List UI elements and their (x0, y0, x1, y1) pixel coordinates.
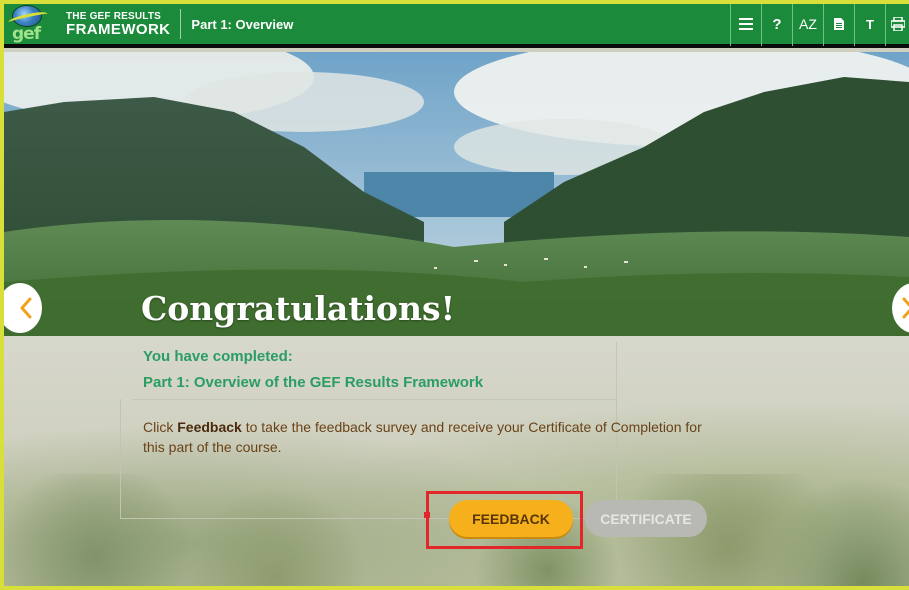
brand-line-2: FRAMEWORK (66, 20, 171, 38)
transcript-icon: T (866, 16, 874, 32)
completed-course-title: Part 1: Overview of the GEF Results Fram… (143, 374, 484, 391)
completion-label: You have completed: (143, 348, 293, 365)
transcript-button[interactable]: T (854, 4, 885, 46)
menu-icon (739, 18, 753, 30)
landscape-illustration (4, 52, 909, 336)
certificate-button[interactable]: CERTIFICATE (585, 500, 707, 537)
hero-landscape-image (4, 52, 909, 336)
resources-button[interactable] (823, 4, 854, 46)
feedback-button[interactable]: FEEDBACK (449, 500, 573, 537)
course-frame: gef THE GEF RESULTS FRAMEWORK Part 1: Ov… (0, 0, 909, 590)
resources-icon (834, 18, 844, 30)
chevron-left-icon (20, 297, 32, 319)
section-title: Part 1: Overview (191, 16, 294, 32)
logo-text: gef (12, 24, 41, 44)
brand-line-1: THE GEF RESULTS (66, 10, 162, 22)
menu-button[interactable] (730, 4, 761, 46)
top-bar: gef THE GEF RESULTS FRAMEWORK Part 1: Ov… (4, 4, 909, 48)
print-icon (890, 17, 905, 31)
instructions-bold: Feedback (177, 419, 242, 435)
help-button[interactable]: ? (761, 4, 792, 46)
previous-page-button[interactable] (4, 283, 42, 333)
brand-title: THE GEF RESULTS FRAMEWORK (60, 9, 182, 39)
instructions-prefix: Click (143, 419, 178, 435)
gef-logo: gef (4, 4, 60, 46)
chevron-right-icon (902, 297, 909, 319)
toolbar: ? AZ T (730, 4, 909, 46)
glossary-button[interactable]: AZ (792, 4, 823, 46)
print-button[interactable] (885, 4, 909, 46)
help-icon: ? (772, 15, 782, 33)
glossary-icon: AZ (799, 16, 817, 32)
instructions-text: Click Feedback to take the feedback surv… (143, 417, 703, 457)
congratulations-heading: Congratulations! (141, 289, 456, 328)
